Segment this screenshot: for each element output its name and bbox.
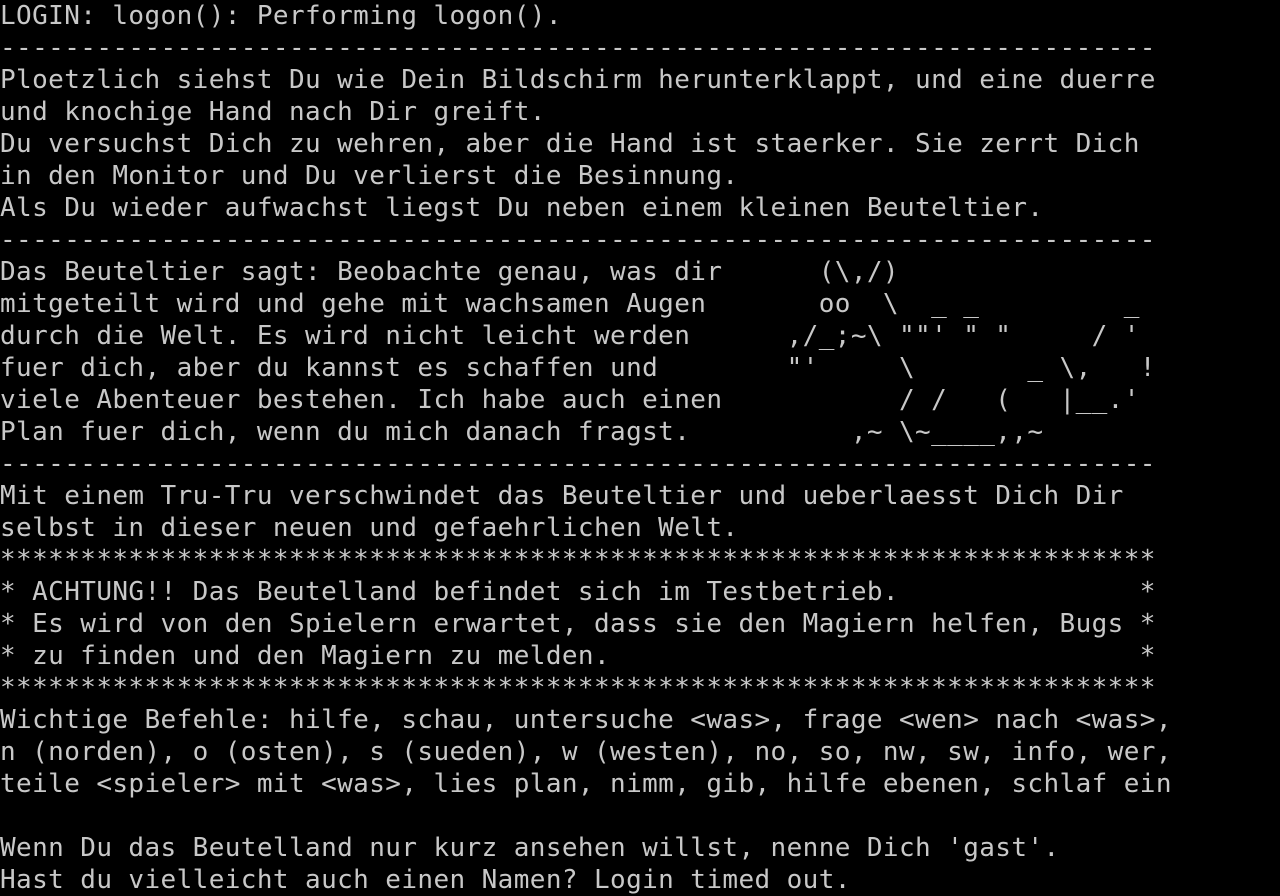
beuteltier-text-line: viele Abenteuer bestehen. Ich habe auch … bbox=[0, 385, 1140, 415]
asterisk-border-line: ****************************************… bbox=[0, 673, 1156, 703]
login-prompt-line: Hast du vielleicht auch einen Namen? Log… bbox=[0, 865, 851, 895]
beuteltier-text-line: durch die Welt. Es wird nicht leicht wer… bbox=[0, 321, 1140, 351]
login-status-line: LOGIN: logon(): Performing logon(). bbox=[0, 1, 562, 31]
guest-hint-line: Wenn Du das Beutelland nur kurz ansehen … bbox=[0, 833, 1060, 863]
intro-text-line: Du versuchst Dich zu wehren, aber die Ha… bbox=[0, 129, 1140, 159]
asterisk-border-line: ****************************************… bbox=[0, 545, 1156, 575]
beuteltier-text-line: Das Beuteltier sagt: Beobachte genau, wa… bbox=[0, 257, 899, 287]
warning-text-line: * zu finden und den Magiern zu melden. * bbox=[0, 641, 1156, 671]
terminal-window[interactable]: LOGIN: logon(): Performing logon(). ----… bbox=[0, 0, 1280, 896]
beuteltier-text-line: Plan fuer dich, wenn du mich danach frag… bbox=[0, 417, 1044, 447]
warning-text-line: * ACHTUNG!! Das Beutelland befindet sich… bbox=[0, 577, 1156, 607]
commands-text-line: teile <spieler> mit <was>, lies plan, ni… bbox=[0, 769, 1172, 799]
commands-text-line: Wichtige Befehle: hilfe, schau, untersuc… bbox=[0, 705, 1172, 735]
story-text-line: Mit einem Tru-Tru verschwindet das Beute… bbox=[0, 481, 1124, 511]
intro-text-line: in den Monitor und Du verlierst die Besi… bbox=[0, 161, 739, 191]
intro-text-line: Ploetzlich siehst Du wie Dein Bildschirm… bbox=[0, 65, 1156, 95]
intro-text-line: und knochige Hand nach Dir greift. bbox=[0, 97, 546, 127]
intro-text-line: Als Du wieder aufwachst liegst Du neben … bbox=[0, 193, 1044, 223]
beuteltier-text-line: fuer dich, aber du kannst es schaffen un… bbox=[0, 353, 1156, 383]
separator-line: ----------------------------------------… bbox=[0, 449, 1156, 479]
warning-text-line: * Es wird von den Spielern erwartet, das… bbox=[0, 609, 1156, 639]
beuteltier-text-line: mitgeteilt wird und gehe mit wachsamen A… bbox=[0, 289, 1140, 319]
separator-line: ----------------------------------------… bbox=[0, 33, 1156, 63]
separator-line: ----------------------------------------… bbox=[0, 225, 1156, 255]
commands-text-line: n (norden), o (osten), s (sueden), w (we… bbox=[0, 737, 1172, 767]
story-text-line: selbst in dieser neuen und gefaehrlichen… bbox=[0, 513, 739, 543]
